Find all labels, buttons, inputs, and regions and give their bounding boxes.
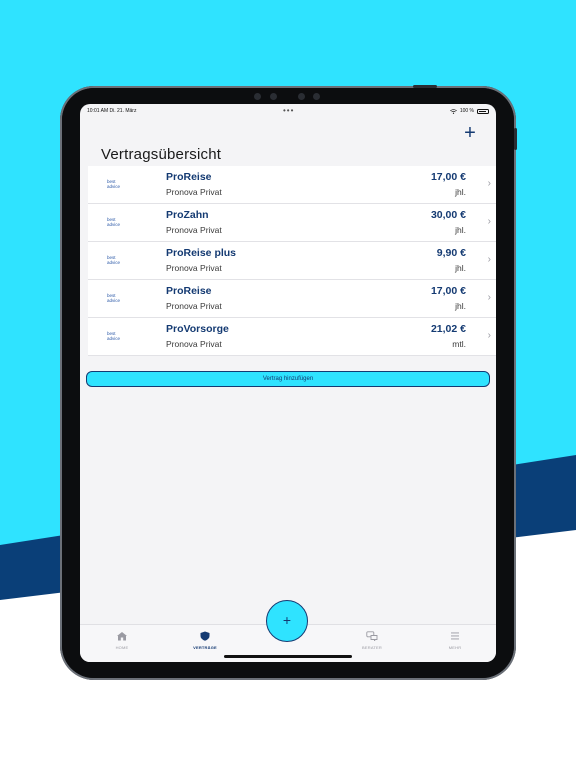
page-title: Vertragsübersicht (101, 146, 222, 163)
app-screen: 10:01 AM Di. 21. März ••• 100 % + Vertra… (80, 104, 496, 662)
contract-name: ProZahn (166, 209, 209, 221)
chat-icon (366, 631, 378, 641)
home-indicator (224, 655, 352, 658)
contract-row[interactable]: best advice ProZahn Pronova Privat 30,00… (88, 204, 496, 242)
status-time: 10:01 AM Di. 21. März (87, 108, 137, 114)
best-advice-logo: best advice (107, 217, 121, 227)
contract-period: jhl. (455, 187, 466, 197)
volume-button (514, 128, 517, 150)
contract-list: best advice ProReise Pronova Privat 17,0… (88, 166, 496, 356)
contract-provider: Pronova Privat (166, 301, 222, 311)
menu-icon (451, 632, 459, 640)
add-contract-button[interactable]: Vertrag hinzufügen (86, 371, 490, 387)
tab-label: VERTRÄGE (193, 645, 217, 650)
best-advice-logo: best advice (107, 331, 121, 341)
shield-icon (200, 631, 210, 641)
contract-period: mtl. (452, 339, 466, 349)
contract-name: ProReise (166, 171, 212, 183)
power-button (413, 85, 437, 88)
battery-icon (477, 108, 489, 114)
camera-dot (254, 93, 261, 100)
tab-mehr[interactable]: MEHR (425, 631, 485, 650)
contract-provider: Pronova Privat (166, 187, 222, 197)
tab-label: HOME (115, 645, 129, 650)
chevron-right-icon: › (487, 292, 491, 303)
header: + Vertragsübersicht (80, 118, 496, 166)
camera-dot (270, 93, 277, 100)
contract-price: 17,00 € (430, 171, 466, 183)
contract-period: jhl. (455, 263, 466, 273)
wifi-icon (449, 108, 457, 114)
contract-period: jhl. (455, 225, 466, 235)
tab-berater[interactable]: BERATER (342, 631, 402, 650)
contract-provider: Pronova Privat (166, 263, 222, 273)
contract-price: 17,00 € (430, 285, 466, 297)
tab-vertraege[interactable]: VERTRÄGE (175, 631, 235, 650)
contract-name: ProReise plus (166, 247, 237, 259)
contract-name: ProReise (166, 285, 212, 297)
status-right: 100 % (449, 108, 489, 114)
status-bar: 10:01 AM Di. 21. März ••• 100 % (80, 104, 496, 118)
contract-row[interactable]: best advice ProVorsorge Pronova Privat 2… (88, 318, 496, 356)
chevron-right-icon: › (487, 254, 491, 265)
home-icon (117, 632, 127, 641)
contract-price: 21,02 € (430, 323, 466, 335)
contract-row[interactable]: best advice ProReise Pronova Privat 17,0… (88, 280, 496, 318)
camera-dot (298, 93, 305, 100)
contract-row[interactable]: best advice ProReise plus Pronova Privat… (88, 242, 496, 280)
tab-label: MEHR (448, 645, 462, 650)
add-contract-icon[interactable]: + (460, 123, 480, 144)
contract-provider: Pronova Privat (166, 339, 222, 349)
contract-name: ProVorsorge (166, 323, 229, 335)
chevron-right-icon: › (487, 216, 491, 227)
chevron-right-icon: › (487, 178, 491, 189)
contract-row[interactable]: best advice ProReise Pronova Privat 17,0… (88, 166, 496, 204)
contract-price: 9,90 € (436, 247, 466, 259)
tab-label: BERATER (362, 645, 382, 650)
contract-period: jhl. (455, 301, 466, 311)
contract-price: 30,00 € (430, 209, 466, 221)
add-fab-button[interactable]: + (266, 600, 308, 642)
camera-dot (313, 93, 320, 100)
best-advice-logo: best advice (107, 293, 121, 303)
contract-provider: Pronova Privat (166, 225, 222, 235)
chevron-right-icon: › (487, 330, 491, 341)
best-advice-logo: best advice (107, 179, 121, 189)
tab-home[interactable]: HOME (92, 631, 152, 650)
best-advice-logo: best advice (107, 255, 121, 265)
battery-percent: 100 % (459, 108, 474, 114)
multitasking-dots[interactable]: ••• (283, 106, 294, 115)
